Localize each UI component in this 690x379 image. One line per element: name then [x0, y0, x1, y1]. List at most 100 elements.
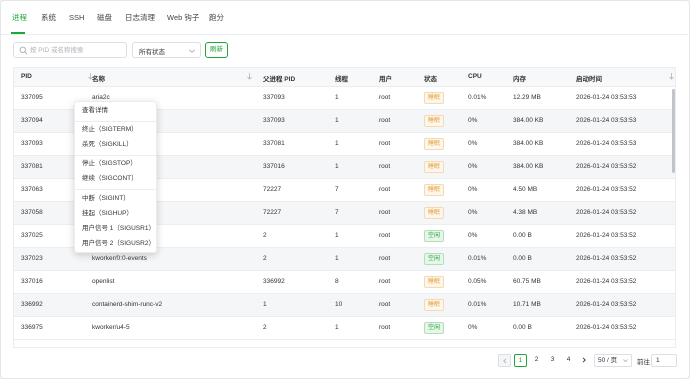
page-button-1[interactable]: 1 — [514, 354, 527, 367]
cell-user: root — [379, 140, 391, 147]
cell-pid: 337016 — [21, 278, 43, 285]
page-size-select[interactable]: 50 / 页 — [594, 354, 632, 367]
cell-cpu: 0% — [468, 209, 478, 216]
status-badge: 睡眠 — [424, 207, 445, 219]
menu-item-view-details[interactable]: 查看详情 — [75, 104, 156, 118]
page-button-3[interactable]: 3 — [546, 354, 559, 367]
page-button-2[interactable]: 2 — [530, 354, 543, 367]
column-header-user[interactable]: 用户 — [379, 73, 392, 83]
cell-cpu: 0% — [468, 186, 478, 193]
tab-ssh[interactable]: SSH — [69, 12, 84, 24]
column-header-pid[interactable]: PID — [21, 73, 32, 80]
sort-arrow-icon[interactable] — [668, 72, 675, 80]
cell-memory: 4.50 MB — [513, 186, 538, 193]
cell-threads: 7 — [335, 209, 339, 216]
tab-processes[interactable]: 进程 — [12, 12, 27, 24]
table-scrollbar[interactable] — [672, 89, 675, 173]
chevron-down-icon — [623, 359, 628, 363]
cell-cpu: 0.01% — [468, 301, 487, 308]
menu-item-sighup[interactable]: 挂起（SIGHUP） — [75, 207, 156, 221]
cell-threads: 1 — [335, 324, 339, 331]
tab-benchmark[interactable]: 跑分 — [209, 12, 224, 24]
chevron-left-icon — [502, 358, 506, 364]
cell-memory: 384.00 KB — [513, 117, 544, 124]
column-header-name[interactable]: 名称 — [92, 73, 105, 83]
menu-item-sigterm[interactable]: 终止（SIGTERM） — [75, 123, 156, 137]
status-badge: 空闲 — [424, 322, 445, 334]
column-header-cpu[interactable]: CPU — [468, 73, 482, 80]
sort-arrow-icon[interactable] — [246, 72, 253, 80]
search-input[interactable] — [30, 44, 124, 56]
prev-page-button[interactable] — [498, 354, 511, 367]
cell-threads: 10 — [335, 301, 343, 308]
cell-ppid: 336992 — [263, 278, 285, 285]
table-row[interactable]: 336975 kworker/u4-5 2 1 root 空闲 0% 0.00 … — [14, 317, 675, 340]
cell-threads: 1 — [335, 140, 339, 147]
table-header: PID 名称 父进程 PID 线程 用户 状态 CPU 内存 启动时间 — [14, 68, 675, 87]
cell-name: openlist — [92, 278, 115, 285]
cell-name: kworker/0:0-events — [92, 255, 147, 262]
cell-memory: 384.00 KB — [513, 140, 544, 147]
status-filter-value: 所有状态 — [139, 49, 165, 56]
cell-start-time: 2026-01-24 03:53:52 — [576, 278, 637, 285]
goto-page-input[interactable]: 1 — [651, 354, 677, 367]
menu-item-sigusr2[interactable]: 用户信号 2（SIGUSR2） — [75, 237, 156, 251]
tab-system[interactable]: 系统 — [41, 12, 56, 24]
cell-start-time: 2026-01-24 03:53:52 — [576, 232, 637, 239]
cell-memory: 10.71 MB — [513, 301, 541, 308]
cell-memory: 4.38 MB — [513, 209, 538, 216]
menu-item-sigcont[interactable]: 继续（SIGCONT） — [75, 172, 156, 186]
page-button-4[interactable]: 4 — [562, 354, 575, 367]
cell-memory: 0.00 B — [513, 232, 532, 239]
menu-item-sigusr1[interactable]: 用户信号 1（SIGUSR1） — [75, 222, 156, 236]
menu-item-sigkill[interactable]: 杀死（SIGKILL） — [75, 138, 156, 152]
cell-start-time: 2026-01-24 03:53:52 — [576, 255, 637, 262]
tab-disk[interactable]: 磁盘 — [97, 12, 112, 24]
cell-start-time: 2026-01-24 03:53:52 — [576, 209, 637, 216]
cell-threads: 1 — [335, 117, 339, 124]
menu-item-sigstop[interactable]: 停止（SIGSTOP） — [75, 157, 156, 171]
chevron-right-icon — [582, 357, 586, 363]
cell-ppid: 2 — [263, 232, 267, 239]
cell-ppid: 2 — [263, 324, 267, 331]
cell-name: containerd-shim-runc-v2 — [92, 301, 163, 308]
cell-user: root — [379, 94, 391, 101]
refresh-button[interactable]: 刷新 — [205, 42, 228, 58]
page-size-value: 50 / 页 — [598, 357, 618, 364]
cell-threads: 1 — [335, 232, 339, 239]
status-badge: 空闲 — [424, 253, 445, 265]
cell-pid: 337081 — [21, 163, 43, 170]
table-row[interactable]: 337016 openlist 336992 8 root 睡眠 0.05% 6… — [14, 271, 675, 294]
table-row[interactable]: 336992 containerd-shim-runc-v2 1 10 root… — [14, 294, 675, 317]
cell-threads: 1 — [335, 163, 339, 170]
cell-cpu: 0.05% — [468, 278, 487, 285]
tab-webhooks[interactable]: Web 钩子 — [167, 12, 199, 24]
column-header-memory[interactable]: 内存 — [513, 73, 526, 83]
cell-user: root — [379, 301, 391, 308]
cell-memory: 12.29 MB — [513, 94, 541, 101]
cell-pid: 337094 — [21, 117, 43, 124]
cell-pid: 337095 — [21, 94, 43, 101]
column-header-ppid[interactable]: 父进程 PID — [263, 73, 295, 83]
cell-threads: 8 — [335, 278, 339, 285]
column-header-start-time[interactable]: 启动时间 — [576, 73, 602, 83]
cell-ppid: 337093 — [263, 94, 285, 101]
next-page-button[interactable] — [577, 354, 590, 367]
column-header-threads[interactable]: 线程 — [335, 73, 348, 83]
search-box[interactable] — [13, 42, 127, 58]
cell-ppid: 337016 — [263, 163, 285, 170]
cell-name: aria2c — [92, 94, 110, 101]
pagination: 1 2 3 4 50 / 页 前往 1 — [1, 354, 689, 368]
cell-start-time: 2026-01-24 03:53:52 — [576, 301, 637, 308]
status-badge: 空闲 — [424, 230, 445, 242]
active-tab-indicator — [11, 32, 25, 34]
cell-start-time: 2026-01-24 03:53:53 — [576, 94, 637, 101]
status-filter-select[interactable]: 所有状态 — [132, 42, 201, 58]
cell-start-time: 2026-01-24 03:53:52 — [576, 163, 637, 170]
menu-item-sigint[interactable]: 中断（SIGINT） — [75, 192, 156, 206]
goto-label: 前往 — [637, 359, 650, 366]
column-header-status[interactable]: 状态 — [424, 73, 437, 83]
status-badge: 睡眠 — [424, 115, 445, 127]
tab-log-cleanup[interactable]: 日志清理 — [125, 12, 155, 24]
menu-divider — [75, 121, 156, 122]
